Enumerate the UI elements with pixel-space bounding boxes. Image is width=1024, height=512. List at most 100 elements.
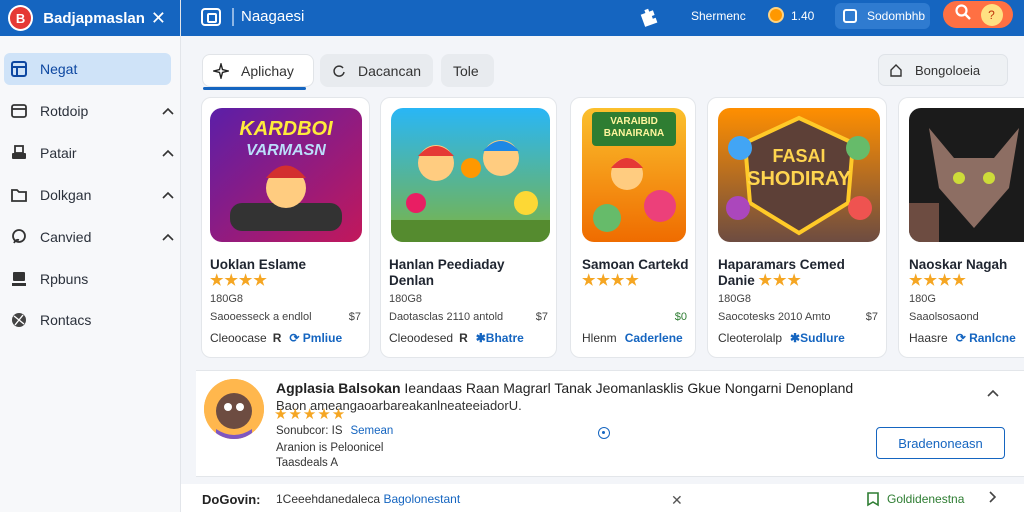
avatar[interactable]: ? (980, 3, 1003, 26)
app-card[interactable]: Hanlan Peediaday Denlan 180G8 Daotasclas… (380, 97, 557, 358)
chevron-up-icon[interactable] (155, 106, 181, 116)
user-name[interactable]: Shermenc (691, 9, 746, 23)
topbar-action-button[interactable]: Sodombhb (835, 3, 930, 29)
badge-icon (865, 491, 881, 512)
app-detail-link[interactable]: Semean (350, 425, 393, 437)
card-action-link[interactable]: ✱Bhatre (476, 331, 524, 345)
footer-badge[interactable]: Goldidenestna (887, 492, 964, 506)
sidebar-title: Badjapmaslan (43, 9, 145, 27)
search-avatar-group: ? (943, 1, 1013, 28)
chevron-up-icon[interactable] (155, 148, 181, 158)
card-action-label: Sudlure (800, 331, 845, 345)
card-meta-left: Saaolsosaond (909, 311, 979, 323)
coin-icon (768, 7, 784, 23)
puzzle-icon[interactable] (639, 6, 659, 33)
app-logo: B (8, 5, 34, 31)
thumbnail-text: BANAIRANA (603, 128, 665, 139)
tab-label: Aplichay (241, 62, 294, 79)
footer-label: DoGovin: (202, 492, 261, 507)
app-detail-meta: Sonubcor: IS Semean (276, 425, 393, 437)
card-size: 180G (909, 293, 936, 305)
app-detail-meta-line2: Aranion is Peloonicel (276, 442, 384, 454)
window-icon (8, 100, 30, 122)
app-thumbnail (909, 108, 1024, 242)
chevron-up-icon[interactable] (986, 385, 1000, 403)
app-card[interactable]: VARAIBID BANAIRANA Samoan Cartekd ★★★★ $… (570, 97, 696, 358)
card-action-link[interactable]: ⟳ Ranlcne (956, 331, 1016, 345)
card-meta: $0 (579, 311, 687, 323)
card-price: $7 (865, 311, 878, 323)
chevron-up-icon[interactable] (155, 232, 181, 242)
card-meta: Saocotesks 2010 Amto $7 (718, 311, 878, 323)
sidebar-item-rontacs[interactable]: Rontacs (0, 304, 181, 336)
tab-tole[interactable]: Tole (441, 54, 494, 87)
tab-label: Tole (453, 62, 479, 79)
app-window-icon[interactable] (201, 8, 221, 26)
sidebar-item-rotdoip[interactable]: Rotdoip (0, 95, 181, 127)
sparkle-icon (213, 62, 229, 79)
printer-icon (8, 142, 30, 164)
sidebar-item-negat[interactable]: Negat (4, 53, 171, 85)
close-icon[interactable]: ✕ (671, 492, 683, 509)
app-detail-title-rest: Ieandaas Raan Magrarl Tanak Jeomanlaskli… (400, 380, 854, 396)
card-action-label: Caderlene (624, 331, 683, 345)
app-detail-button[interactable]: Bradenoneasn (876, 427, 1005, 459)
tab-dacancan[interactable]: Dacancan (320, 54, 433, 87)
tab-aplichay[interactable]: Aplichay (202, 54, 314, 87)
card-footer: Hlenm Caderlene (582, 331, 683, 345)
card-meta-left: Saooesseck a endlol (210, 311, 312, 323)
filter-button[interactable]: Bongoloeia (878, 54, 1008, 86)
sidebar-item-rpbuns[interactable]: Rpbuns (0, 263, 181, 295)
app-card[interactable]: FASAI SHODIRAY Haparamars Cemed Danie ★★… (707, 97, 887, 358)
thumbnail-text: SHODIRAY (747, 168, 851, 190)
search-icon[interactable] (954, 3, 972, 26)
monitor-icon (8, 268, 30, 290)
sidebar-item-label: Dolkgan (40, 187, 92, 203)
card-meta-left: Saocotesks 2010 Amto (718, 311, 831, 323)
footer-row: DoGovin: 1Ceeehdanedaleca Bagolonestant … (181, 484, 1024, 512)
card-footer: Cleoocase R ⟳ Pmliue (210, 331, 342, 345)
folder-icon (8, 184, 30, 206)
footer-link[interactable]: Bagolonestant (383, 492, 460, 506)
sidebar-item-label: Rontacs (40, 312, 92, 328)
thumbnail-text: FASAI (772, 146, 826, 166)
card-title: Hanlan Peediaday (389, 257, 505, 272)
sidebar-item-label: Negat (40, 61, 78, 77)
sidebar-item-dolkgan[interactable]: Dolkgan (0, 179, 181, 211)
rating-stars: ★★★ (758, 272, 802, 289)
card-size: 180G8 (389, 293, 423, 305)
sidebar-item-patair[interactable]: Patair (0, 137, 181, 169)
globe-icon (8, 309, 30, 331)
close-icon[interactable]: ✕ (145, 8, 172, 29)
card-title: Samoan Cartekd (582, 257, 689, 272)
app-card[interactable]: Naoskar Nagah ★★★★ 180G Saaolsosaond Haa… (898, 97, 1024, 358)
card-action-link[interactable]: ⟳ Pmliue (289, 331, 342, 345)
card-title-line2: Denlan (389, 273, 435, 288)
card-footer-label: Cleoterolalp (718, 331, 783, 345)
card-price: $0 (674, 311, 687, 323)
topbar-action-label: Sodombhb (867, 9, 926, 23)
sidebar-item-label: Rpbuns (40, 271, 89, 287)
card-footer: Cleoterolalp ✱Sudlure (718, 331, 845, 345)
card-footer-label: Haasre (909, 331, 948, 345)
card-footer-label: Hlenm (582, 331, 617, 345)
card-footer-label: Cleoocase (210, 331, 267, 345)
sidebar-item-canvied[interactable]: Canvied (0, 221, 181, 253)
sidebar-item-label: Patair (40, 145, 77, 161)
card-title: Haparamars Cemed (718, 257, 845, 272)
tab-active-indicator (203, 87, 306, 90)
sidebar-item-label: Rotdoip (40, 103, 89, 119)
chevron-up-icon[interactable] (155, 190, 181, 200)
card-title: Naoskar Nagah (909, 257, 1008, 272)
app-card[interactable]: KARDBOI VARMASN Uoklan Eslame ★★★★ 180G8… (201, 97, 370, 358)
chevron-right-icon[interactable] (987, 490, 997, 509)
card-action-link[interactable]: Caderlene (625, 331, 683, 345)
sidebar-item-label: Canvied (40, 229, 92, 245)
footer-text-plain: 1Ceeehdanedaleca (276, 492, 381, 506)
filter-label: Bongoloeia (915, 62, 981, 78)
link-icon (8, 226, 30, 248)
card-size: 180G8 (210, 293, 244, 305)
radio-icon[interactable] (598, 427, 610, 439)
rating-stars: ★★★★ (210, 272, 268, 289)
card-action-link[interactable]: ✱Sudlure (790, 331, 845, 345)
